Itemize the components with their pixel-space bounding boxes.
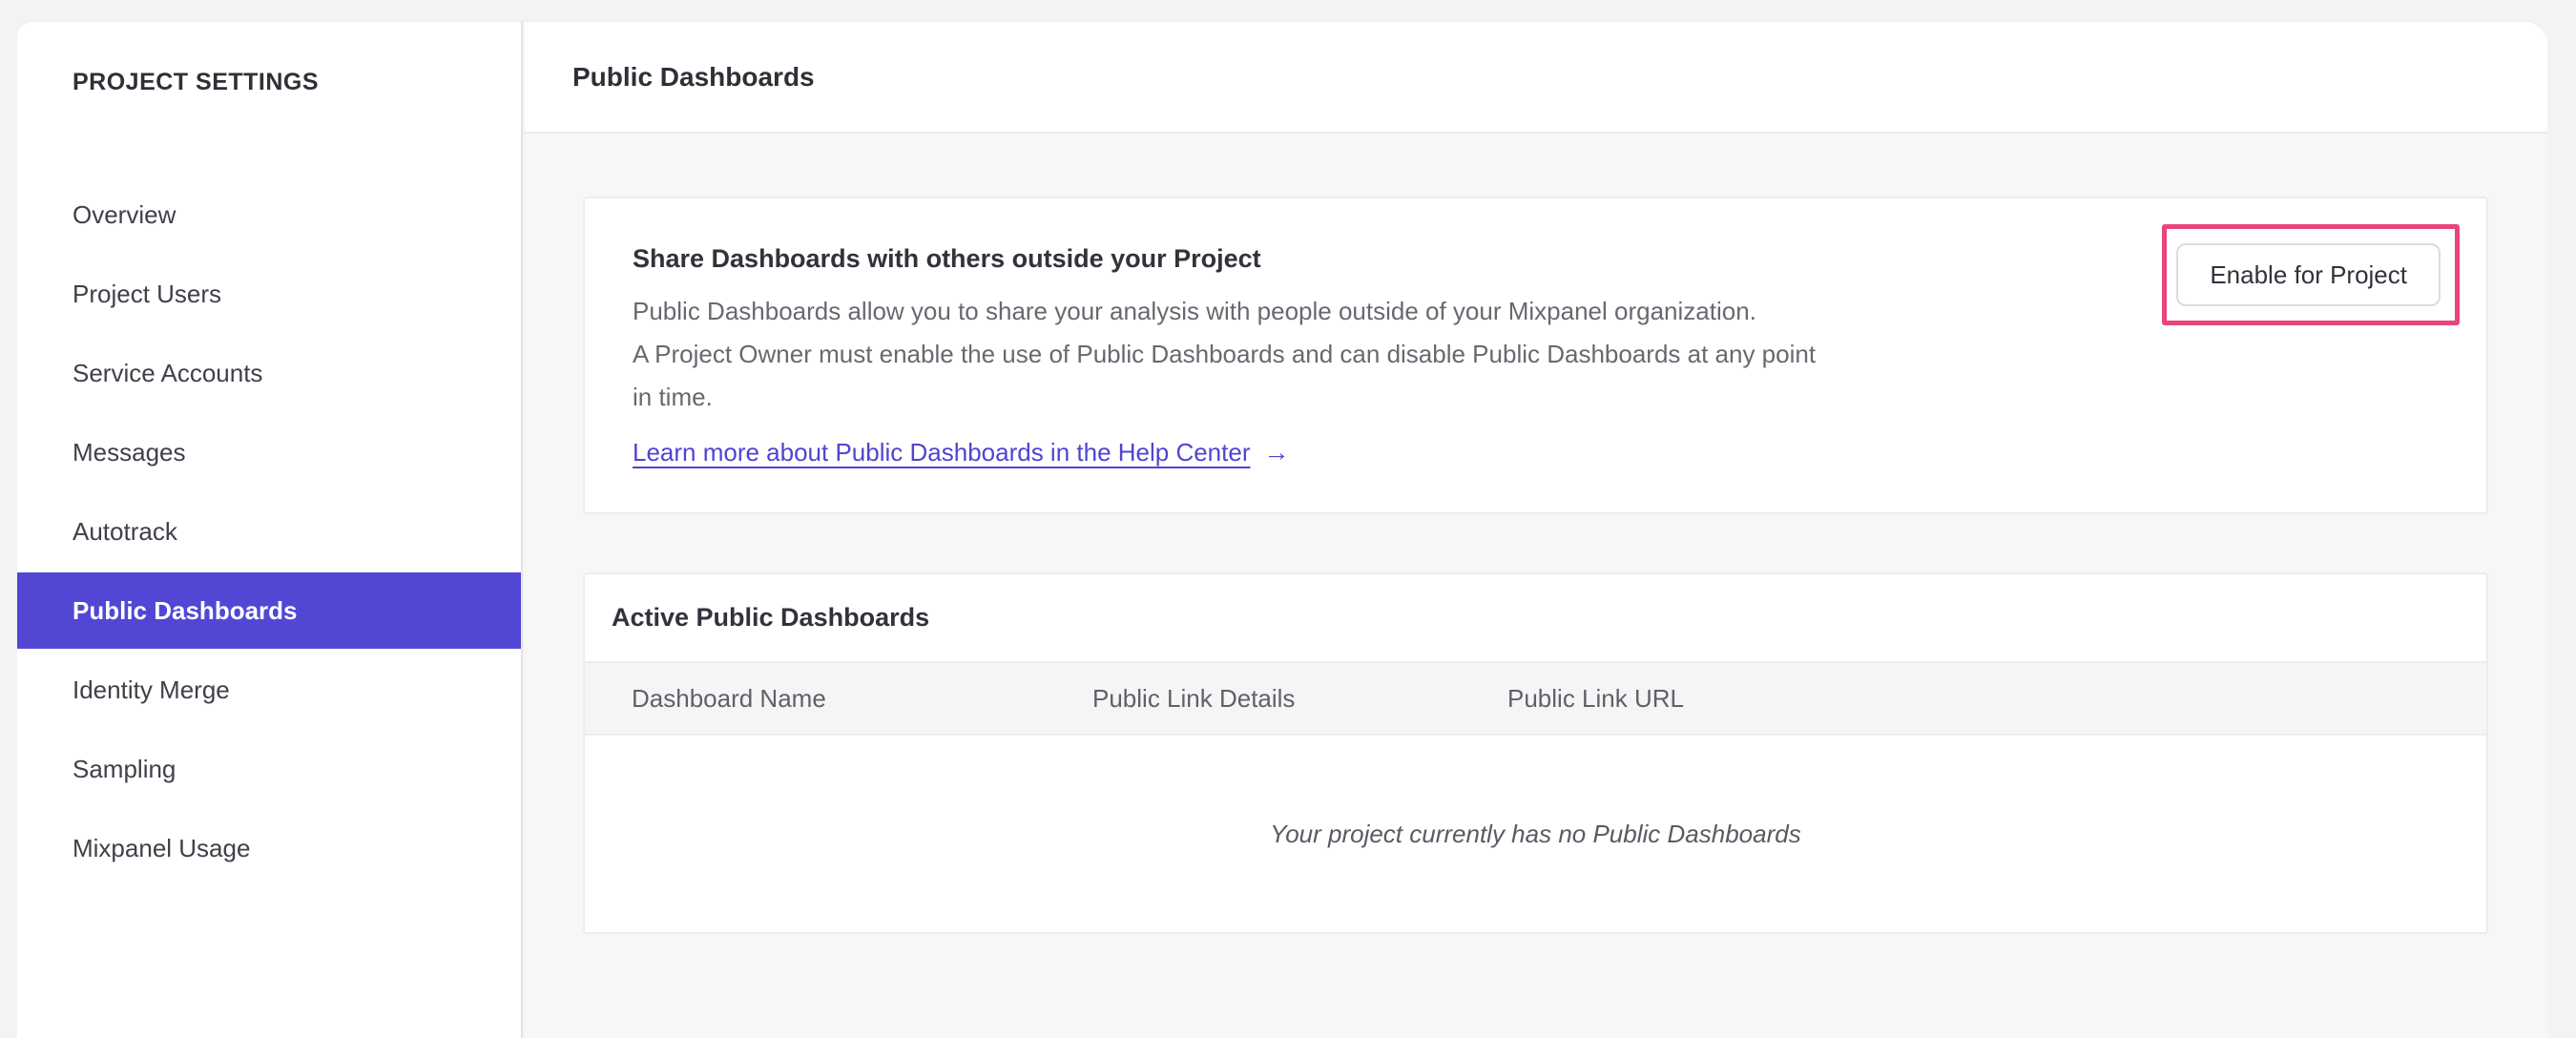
sidebar-nav: Overview Project Users Service Accounts …: [17, 176, 521, 886]
share-card-description: Public Dashboards allow you to share you…: [633, 290, 2439, 419]
share-dashboards-card: Share Dashboards with others outside you…: [583, 197, 2488, 514]
column-header-public-link-details: Public Link Details: [1092, 683, 1296, 713]
description-line: in time.: [633, 383, 713, 411]
column-header-public-link-url: Public Link URL: [1507, 683, 1684, 713]
enable-for-project-button[interactable]: Enable for Project: [2176, 243, 2441, 306]
sidebar-item-overview[interactable]: Overview: [17, 176, 521, 253]
empty-state-message: Your project currently has no Public Das…: [1270, 819, 1801, 848]
sidebar-item-sampling[interactable]: Sampling: [17, 731, 521, 807]
main-panel: Public Dashboards Share Dashboards with …: [525, 21, 2547, 1038]
arrow-right-icon: →: [1263, 438, 1290, 467]
share-card-title: Share Dashboards with others outside you…: [633, 244, 1261, 273]
help-center-link[interactable]: Learn more about Public Dashboards in th…: [633, 436, 1290, 468]
sidebar-item-public-dashboards[interactable]: Public Dashboards: [17, 572, 521, 649]
description-line: A Project Owner must enable the use of P…: [633, 340, 1817, 368]
sidebar-item-autotrack[interactable]: Autotrack: [17, 493, 521, 570]
sidebar-item-service-accounts[interactable]: Service Accounts: [17, 335, 521, 411]
project-settings-sidebar: PROJECT SETTINGS Overview Project Users …: [17, 21, 523, 1038]
sidebar-item-project-users[interactable]: Project Users: [17, 256, 521, 332]
description-line: Public Dashboards allow you to share you…: [633, 297, 1756, 325]
table-header-row: Dashboard Name Public Link Details Publi…: [585, 661, 2486, 736]
sidebar-item-messages[interactable]: Messages: [17, 414, 521, 490]
sidebar-item-mixpanel-usage[interactable]: Mixpanel Usage: [17, 810, 521, 886]
panel-body: Share Dashboards with others outside you…: [525, 134, 2547, 934]
active-dashboards-card: Active Public Dashboards Dashboard Name …: [583, 572, 2488, 934]
page-header: Public Dashboards: [525, 22, 2547, 134]
help-center-link-label: Learn more about Public Dashboards in th…: [633, 438, 1251, 467]
column-header-dashboard-name: Dashboard Name: [632, 683, 826, 713]
active-card-title: Active Public Dashboards: [612, 603, 930, 632]
sidebar-title: PROJECT SETTINGS: [73, 69, 320, 95]
sidebar-item-identity-merge[interactable]: Identity Merge: [17, 652, 521, 728]
page-title: Public Dashboards: [572, 61, 815, 92]
